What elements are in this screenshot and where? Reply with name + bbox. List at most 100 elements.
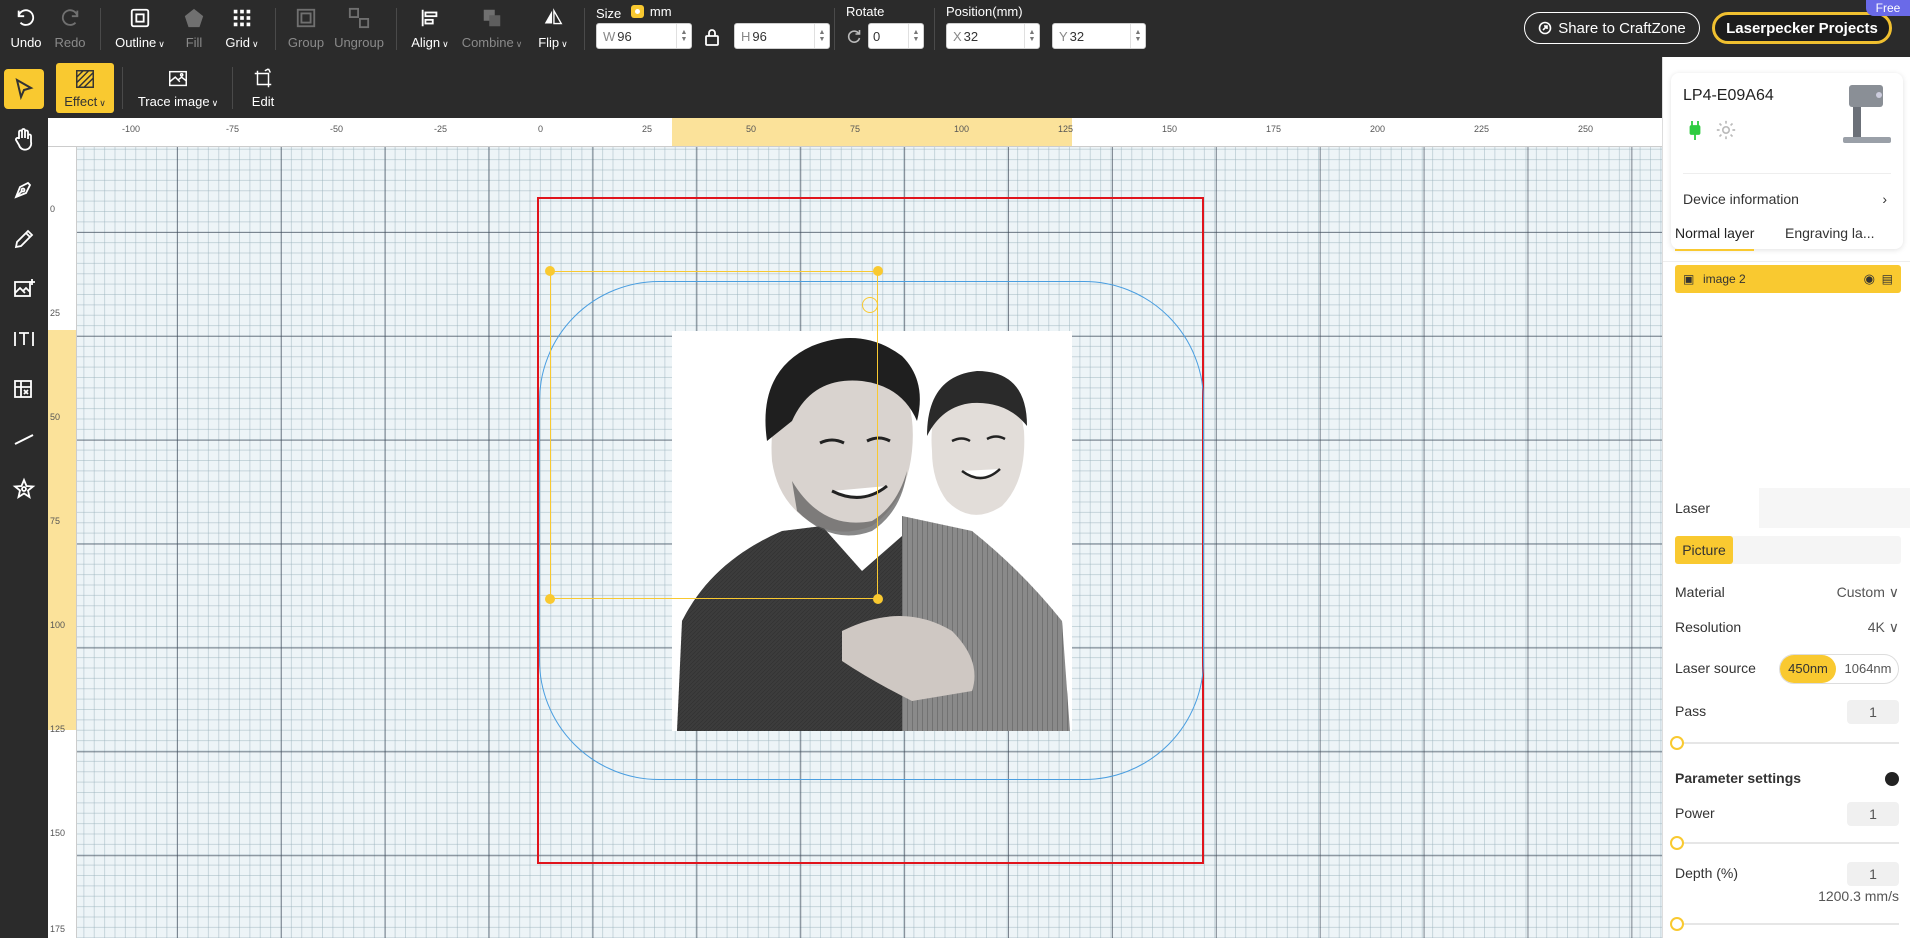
flip-icon [544,8,563,25]
y-position-input[interactable]: Y 32 ▲ ▼ [1052,23,1146,49]
mode-selector: Picture [1675,536,1901,564]
chevron-right-icon: › [1882,191,1887,207]
fill-icon [184,8,204,28]
settings-gear-icon[interactable] [1715,119,1737,141]
tab-normal-layer[interactable]: Normal layer [1675,225,1755,251]
lock-icon[interactable] [704,28,720,46]
lock-layer-icon[interactable]: ▤ [1882,265,1893,293]
shape-tool-button[interactable] [4,469,44,509]
select-tool-icon [15,77,34,101]
outline-button[interactable]: Outline ∨ [112,0,168,57]
ruler-tick-label: 50 [746,124,757,134]
subtoolbar-divider [122,67,123,109]
align-button[interactable]: Align ∨ [408,0,452,57]
toolbar-divider [934,8,935,50]
redo-icon [61,9,79,26]
laser-1064nm-option[interactable]: 1064nm [1838,655,1898,683]
line-tool-button[interactable] [4,419,44,459]
hand-tool-button[interactable] [4,119,44,159]
rotate-input[interactable]: 0 ▲ ▼ [868,23,924,49]
resize-handle-bottom-left[interactable] [545,594,555,604]
image-subtoolbar: Effect ∨ Trace image ∨ Edit [48,57,1662,118]
pass-slider-knob[interactable] [1670,736,1684,750]
width-input[interactable]: W 96 ▲ ▼ [596,23,692,49]
resize-handle-top-left[interactable] [545,266,555,276]
select-tool-button[interactable] [4,69,44,109]
tab-engraving-layer[interactable]: Engraving la... [1785,225,1875,241]
vertical-ruler: 0 25 50 75 100 125 150 175 [48,147,77,938]
material-row[interactable]: Material Custom ∨ [1663,584,1910,604]
pencil-tool-icon [14,229,34,249]
rotate-stepper[interactable]: ▲ ▼ [908,24,923,48]
unit-toggle[interactable]: mm [630,4,672,19]
y-stepper[interactable]: ▲ ▼ [1130,24,1145,48]
height-stepper[interactable]: ▲ ▼ [814,24,829,48]
tab-strip-bg [1759,488,1910,528]
top-toolbar: Undo Redo Outline ∨ Fill Grid ∨ Group Ungr… [0,0,1910,57]
fill-button[interactable]: Fill [178,0,210,57]
pass-input[interactable]: 1 [1847,700,1899,724]
laserpecker-projects-button[interactable]: Laserpecker Projects [1712,12,1892,44]
trace-image-button[interactable]: Trace image ∨ [132,63,224,113]
laser-450nm-option[interactable]: 450nm [1780,655,1836,683]
pencil-tool-button[interactable] [4,219,44,259]
ruler-tick-label: -25 [434,124,448,134]
ruler-tick-label: -100 [122,124,141,134]
device-card-divider [1683,173,1891,174]
power-slider[interactable] [1670,836,1899,850]
material-select[interactable]: Custom [1837,584,1885,600]
x-position-input[interactable]: X 32 ▲ ▼ [946,23,1040,49]
add-image-button[interactable] [4,269,44,309]
resize-handle-bottom-right[interactable] [873,594,883,604]
depth-slider[interactable] [1670,917,1899,931]
table-tool-button[interactable] [4,369,44,409]
subtoolbar-divider [232,67,233,109]
edit-image-icon [254,67,272,87]
ruler-tick-label: 75 [50,516,61,526]
effect-button[interactable]: Effect ∨ [56,63,114,113]
image-layer-icon: ▣ [1683,272,1695,286]
pen-tool-icon [14,181,32,199]
device-information-link[interactable]: Device information › [1683,185,1891,213]
share-icon [1538,21,1552,35]
free-badge: Free [1866,0,1910,16]
ruler-tick-label: 125 [1058,124,1074,134]
visibility-eye-icon[interactable]: ◉ [1864,265,1875,293]
pass-slider[interactable] [1670,736,1899,750]
flip-button[interactable]: Flip ∨ [534,0,572,57]
undo-button[interactable]: Undo [6,0,46,57]
combine-button[interactable]: Combine ∨ [460,0,524,57]
mode-picture-button[interactable]: Picture [1675,536,1733,564]
height-input[interactable]: H 96 ▲ ▼ [734,23,830,49]
x-stepper[interactable]: ▲ ▼ [1024,24,1039,48]
group-icon [296,8,316,28]
selection-box [550,271,878,599]
share-to-craftzone-button[interactable]: Share to CraftZone [1524,12,1700,44]
depth-slider-knob[interactable] [1670,917,1684,931]
resize-handle-top-right[interactable] [873,266,883,276]
grid-button[interactable]: Grid ∨ [222,0,262,57]
laser-device-image [1843,85,1891,143]
resolution-select[interactable]: 4K [1868,619,1885,635]
tab-laser-engraving[interactable]: Laser engra... [1663,488,1759,556]
power-slider-knob[interactable] [1670,836,1684,850]
width-stepper[interactable]: ▲ ▼ [676,24,691,48]
depth-input[interactable]: 1 [1847,862,1899,886]
layer-item[interactable]: ▣ image 2 ◉ ▤ [1675,265,1901,293]
text-tool-button[interactable] [4,319,44,359]
layer-name: image 2 [1703,272,1746,286]
resolution-row[interactable]: Resolution 4K ∨ [1663,619,1910,639]
combine-icon [483,9,501,27]
ungroup-button[interactable]: Ungroup [334,0,384,57]
parameter-settings-menu-icon[interactable] [1885,772,1899,786]
design-canvas[interactable] [48,118,1662,938]
toolbar-divider [275,8,276,50]
ruler-tick-label: 150 [50,828,66,838]
power-input[interactable]: 1 [1847,802,1899,826]
right-panel: LP4-E09A64 Device information › Normal l… [1662,57,1910,938]
pen-tool-button[interactable] [4,169,44,209]
edit-image-button[interactable]: Edit [242,63,284,113]
ruler-tick-label: 25 [642,124,653,134]
group-button[interactable]: Group [286,0,326,57]
redo-button[interactable]: Redo [50,0,90,57]
